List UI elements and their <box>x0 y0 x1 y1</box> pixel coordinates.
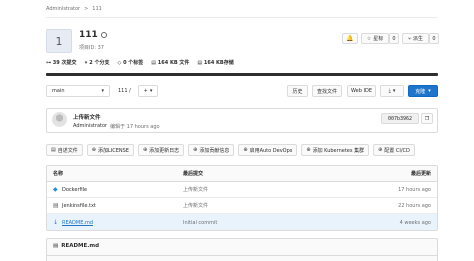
copy-icon: ❐ <box>424 115 430 122</box>
commit-meta: Administrator 编辑于 17 hours ago <box>73 123 160 130</box>
add-license-button[interactable]: ⊕ 添加LICENSE <box>86 144 134 156</box>
file-name[interactable]: Jenkinsfile.txt <box>62 203 96 209</box>
add-contributing-button[interactable]: ⊕ 添加贡献信息 <box>188 144 235 156</box>
table-row[interactable]: ↓ README.md Initial commit 4 weeks ago <box>47 214 437 230</box>
fork-count[interactable]: 0 <box>429 33 439 44</box>
plus-icon: ⊕ <box>142 147 148 153</box>
notification-button[interactable]: 🔔 <box>342 33 358 44</box>
chevron-down-icon: ▾ <box>149 88 153 94</box>
file-updated: 17 hours ago <box>398 186 431 193</box>
commit-icon: ⊶ <box>46 60 51 66</box>
project-stats: ⊶ 39 次提交 ⑂ 2 个分支 ◇ 0 个标签 ▤ 164 KB 文件 ▤ 1… <box>46 59 234 66</box>
chevron-down-icon: ▾ <box>101 88 104 94</box>
file-commit-message[interactable]: 上传新文件 <box>183 202 208 209</box>
chevron-down-icon: ▾ <box>428 88 431 94</box>
file-updated: 22 hours ago <box>398 202 431 209</box>
chevron-down-icon: ▾ <box>392 88 396 94</box>
breadcrumb-parent[interactable]: Administrator <box>46 6 80 12</box>
branch-icon: ⑂ <box>84 60 88 66</box>
add-kubernetes-cluster-button[interactable]: ⊕ 添加 Kubernetes 集群 <box>301 144 370 156</box>
configure-ci-cd-button[interactable]: ⊕ 配置 CI/CD <box>373 144 415 156</box>
project-title: 111 <box>79 30 107 40</box>
file-icon: ▤ <box>51 147 56 153</box>
tags-stat[interactable]: ◇ 0 个标签 <box>117 59 143 66</box>
quick-actions: ▤ 自述文件 ⊕ 添加LICENSE ⊕ 添加更新日志 ⊕ 添加贡献信息 ⊕ 启用Auto… <box>46 144 415 156</box>
add-readme-button[interactable]: ▤ 自述文件 <box>46 144 83 156</box>
table-row[interactable]: ◆ Dockerfile 上传新文件 17 hours ago <box>47 182 437 198</box>
readme-title[interactable]: README.md <box>61 243 99 249</box>
history-button[interactable]: 历史 <box>287 85 308 97</box>
download-button[interactable]: ⤓ ▾ <box>380 85 404 97</box>
bell-icon: 🔔 <box>346 35 354 42</box>
file-icon: ▤ <box>53 243 59 249</box>
star-label: 星标 <box>373 36 384 42</box>
commit-time: 编辑于 17 hours ago <box>110 124 160 130</box>
path-breadcrumb: 111 / <box>118 88 131 94</box>
add-dropdown[interactable]: + ▾ <box>138 85 158 97</box>
commits-stat[interactable]: ⊶ 39 次提交 <box>46 59 76 66</box>
add-changelog-button[interactable]: ⊕ 添加更新日志 <box>137 144 185 156</box>
repository-language-bar <box>46 73 438 76</box>
table-row[interactable]: ▤ Jenkinsfile.txt 上传新文件 22 hours ago <box>47 198 437 214</box>
fork-label: 派生 <box>413 36 424 42</box>
file-table: 名称 最后提交 最后更新 ◆ Dockerfile 上传新文件 17 hours… <box>46 165 438 231</box>
breadcrumb-separator: > <box>84 6 89 12</box>
plus-icon: ⊕ <box>193 147 198 153</box>
breadcrumb: Administrator > 111 <box>46 6 102 12</box>
commit-author[interactable]: Administrator <box>73 123 107 130</box>
fork-button[interactable]: ⑂ 派生 <box>402 33 429 44</box>
file-icon: ▤ <box>53 202 59 209</box>
project-id: 项目ID: 37 <box>79 45 104 51</box>
plus-icon: ⊕ <box>306 147 311 153</box>
markdown-icon: ↓ <box>53 219 59 226</box>
plus-icon: ⊕ <box>91 147 96 153</box>
commit-sha[interactable]: 007b3962 <box>381 113 419 124</box>
tag-icon: ◇ <box>117 60 122 66</box>
star-button[interactable]: ☆ 星标 <box>361 33 389 44</box>
file-commit-message[interactable]: Initial commit <box>183 220 217 226</box>
commit-title[interactable]: 上传新文件 <box>73 113 101 121</box>
plus-icon: ⊕ <box>243 147 248 153</box>
plus-icon: ⊕ <box>378 147 383 153</box>
breadcrumb-current[interactable]: 111 <box>92 6 102 12</box>
branch-name: main <box>52 88 65 94</box>
column-header-last-update: 最后更新 <box>410 171 431 177</box>
copy-sha-button[interactable]: ❐ <box>421 113 433 124</box>
star-count[interactable]: 0 <box>389 33 399 44</box>
column-header-name: 名称 <box>53 171 64 177</box>
branch-selector[interactable]: main ▾ <box>46 85 110 97</box>
file-name[interactable]: README.md <box>62 220 93 226</box>
web-ide-button[interactable]: Web IDE <box>347 85 376 97</box>
clone-label: 克隆 <box>415 88 426 95</box>
clone-button[interactable]: 克隆 ▾ <box>408 85 438 97</box>
download-icon: ⤓ <box>388 88 391 94</box>
file-name[interactable]: Dockerfile <box>62 187 87 193</box>
globe-icon <box>100 32 107 38</box>
plus-icon: + <box>143 88 148 94</box>
enable-auto-devops-button[interactable]: ⊕ 启用Auto DevOps <box>238 144 298 156</box>
file-updated: 4 weeks ago <box>399 219 431 226</box>
project-avatar: 1 <box>46 29 72 53</box>
file-icon: ▤ <box>151 60 157 66</box>
star-icon: ☆ <box>366 35 372 42</box>
storage-stat[interactable]: ▤ 164 KB存储 <box>197 59 233 66</box>
fork-icon: ⑂ <box>407 35 411 42</box>
commit-author-avatar <box>52 112 67 127</box>
docker-icon: ◆ <box>53 186 58 193</box>
breadcrumb-divider <box>46 17 438 18</box>
column-header-last-commit: 最后提交 <box>183 171 204 177</box>
file-commit-message[interactable]: 上传新文件 <box>183 186 208 193</box>
project-name[interactable]: 111 <box>79 30 98 40</box>
readme-panel: ▤ README.md <box>46 238 438 261</box>
find-file-button[interactable]: 查找文件 <box>312 85 342 97</box>
storage-icon: ▤ <box>197 60 203 66</box>
branches-stat[interactable]: ⑂ 2 个分支 <box>84 59 109 66</box>
files-stat[interactable]: ▤ 164 KB 文件 <box>151 59 189 66</box>
table-header: 名称 最后提交 最后更新 <box>47 166 437 182</box>
